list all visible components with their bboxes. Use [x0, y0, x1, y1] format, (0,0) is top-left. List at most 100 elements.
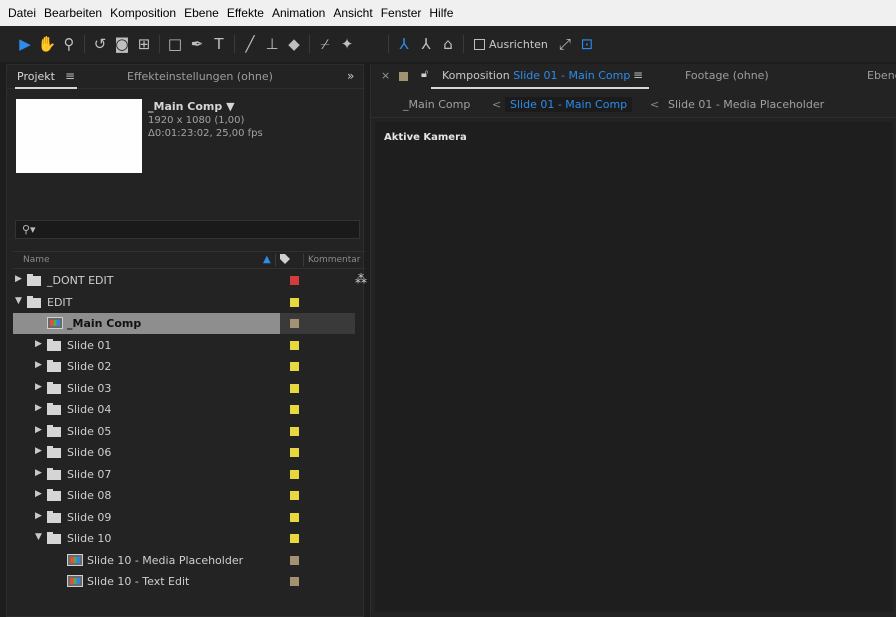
project-folder-row[interactable]: ▼ Slide 10 — [13, 528, 365, 549]
twirl-right-icon[interactable]: ▶ — [35, 403, 42, 413]
camera-tool-icon[interactable]: ◙ — [111, 33, 133, 55]
tab-projekt[interactable]: Projekt — [15, 70, 77, 89]
project-folder-row[interactable]: ▼ EDIT — [13, 292, 365, 313]
pen-tool-icon[interactable]: ✒ — [186, 33, 208, 55]
menu-ebene[interactable]: Ebene — [180, 6, 223, 20]
composition-viewer[interactable] — [375, 122, 893, 612]
label-color-swatch[interactable] — [290, 362, 299, 371]
label-color-swatch[interactable] — [290, 319, 299, 328]
breadcrumb-slide01-media-placeholder[interactable]: Slide 01 - Media Placeholder — [668, 98, 824, 111]
twirl-right-icon[interactable]: ▶ — [35, 382, 42, 392]
label-color-swatch[interactable] — [290, 555, 299, 565]
project-comp-row[interactable]: Slide 10 - Text Edit — [13, 571, 365, 592]
breadcrumb-slide01-main-comp[interactable]: Slide 01 - Main Comp — [505, 97, 633, 112]
label-color-swatch[interactable] — [290, 383, 299, 393]
tab-komposition[interactable]: Komposition Slide 01 - Main Comp — [442, 69, 630, 82]
column-name-header[interactable]: Name — [23, 255, 50, 265]
twirl-right-icon[interactable]: ▶ — [35, 489, 42, 499]
project-folder-row[interactable]: ▶ Slide 07 — [13, 464, 365, 485]
label-tag-icon[interactable] — [279, 253, 291, 265]
rotate-tool-icon[interactable]: ↺ — [89, 33, 111, 55]
column-divider[interactable] — [275, 254, 276, 266]
label-color-swatch[interactable] — [290, 577, 299, 586]
rectangle-tool-icon[interactable]: □ — [164, 33, 186, 55]
selected-comp-name[interactable]: _Main Comp ▼ — [148, 100, 235, 113]
close-tab-icon[interactable]: × — [381, 69, 390, 82]
label-color-swatch[interactable] — [290, 469, 299, 479]
menu-effekte[interactable]: Effekte — [223, 6, 268, 20]
label-color-swatch[interactable] — [290, 276, 299, 285]
project-folder-row[interactable]: ▶ Slide 09 — [13, 507, 365, 528]
twirl-right-icon[interactable]: ▶ — [35, 339, 42, 349]
label-color-swatch[interactable] — [290, 512, 299, 522]
sort-ascending-icon[interactable]: ▲ — [263, 254, 271, 265]
project-folder-row[interactable]: ▶ Slide 04 — [13, 399, 365, 420]
column-divider[interactable] — [303, 254, 304, 266]
roto-brush-tool-icon[interactable]: ⌿ — [314, 33, 336, 55]
menu-animation[interactable]: Animation — [268, 6, 329, 20]
project-comp-row[interactable]: Slide 10 - Media Placeholder — [13, 550, 365, 571]
label-color-swatch[interactable] — [290, 448, 299, 457]
twirl-down-icon[interactable]: ▼ — [35, 532, 42, 542]
item-label: Slide 09 — [67, 510, 112, 524]
project-search-input[interactable]: ⚲▾ — [15, 220, 360, 239]
eraser-tool-icon[interactable]: ◆ — [283, 33, 305, 55]
twirl-right-icon[interactable]: ▶ — [15, 274, 22, 284]
pan-behind-tool-icon[interactable]: ⊞ — [133, 33, 155, 55]
panel-menu-icon[interactable]: ≡ — [65, 69, 75, 83]
project-folder-row[interactable]: ▶ _DONT EDIT ⁂ — [13, 270, 367, 291]
menu-fenster[interactable]: Fenster — [377, 6, 426, 20]
twirl-right-icon[interactable]: ▶ — [35, 446, 42, 456]
hand-tool-icon[interactable]: ✋ — [36, 33, 58, 55]
snap-toggle[interactable]: Ausrichten — [474, 38, 548, 51]
panel-overflow-icon[interactable]: » — [347, 69, 354, 83]
lock-icon[interactable]: 🔓︎ — [421, 67, 428, 81]
project-folder-row[interactable]: ▶ Slide 06 — [13, 442, 365, 463]
selection-tool-icon[interactable]: ▶ — [14, 33, 36, 55]
menu-hilfe[interactable]: Hilfe — [425, 6, 457, 20]
puppet-pin-tool-icon[interactable]: ✦ — [336, 33, 358, 55]
tab-footage[interactable]: Footage (ohne) — [685, 69, 769, 82]
type-tool-icon[interactable]: T — [208, 33, 230, 55]
tab-effekteinstellungen[interactable]: Effekteinstellungen (ohne) — [127, 70, 273, 83]
twirl-down-icon[interactable]: ▼ — [15, 296, 22, 306]
comp-size-info: 1920 x 1080 (1,00) — [148, 115, 245, 126]
label-color-swatch[interactable] — [290, 297, 299, 307]
local-axis-icon[interactable]: ⅄ — [393, 33, 415, 55]
label-color-swatch[interactable] — [290, 340, 299, 350]
breadcrumb-separator: < — [492, 98, 502, 111]
comp-panel-menu-icon[interactable]: ≡ — [633, 68, 643, 82]
twirl-right-icon[interactable]: ▶ — [35, 425, 42, 435]
label-color-swatch[interactable] — [290, 426, 299, 436]
label-color-swatch[interactable] — [290, 534, 299, 543]
project-comp-row[interactable]: _Main Comp — [13, 313, 365, 334]
snap-options-icon[interactable]: ⤢ — [554, 33, 576, 55]
tab-ebene[interactable]: Ebene — [867, 69, 896, 82]
twirl-right-icon[interactable]: ▶ — [35, 360, 42, 370]
project-folder-row[interactable]: ▶ Slide 03 — [13, 378, 365, 399]
project-folder-row[interactable]: ▶ Slide 02 — [13, 356, 365, 377]
tab-komposition-comp: Slide 01 - Main Comp — [513, 69, 631, 82]
menu-komposition[interactable]: Komposition — [106, 6, 180, 20]
folder-icon — [27, 274, 41, 286]
column-comment-header[interactable]: Kommentar — [308, 255, 360, 265]
menu-ansicht[interactable]: Ansicht — [329, 6, 376, 20]
brush-tool-icon[interactable]: ╱ — [239, 33, 261, 55]
twirl-right-icon[interactable]: ▶ — [35, 511, 42, 521]
label-color-swatch[interactable] — [290, 405, 299, 414]
project-folder-row[interactable]: ▶ Slide 05 — [13, 421, 365, 442]
label-color-swatch[interactable] — [290, 491, 299, 500]
view-axis-icon[interactable]: ⌂ — [437, 33, 459, 55]
flowchart-icon[interactable]: ⁂ — [355, 272, 367, 286]
project-folder-row[interactable]: ▶ Slide 08 — [13, 485, 365, 506]
world-axis-icon[interactable]: ⅄ — [415, 33, 437, 55]
menu-datei[interactable]: Datei — [4, 6, 40, 20]
clone-stamp-tool-icon[interactable]: ⊥ — [261, 33, 283, 55]
menu-bearbeiten[interactable]: Bearbeiten — [40, 6, 106, 20]
twirl-right-icon[interactable]: ▶ — [35, 468, 42, 478]
zoom-tool-icon[interactable]: ⚲ — [58, 33, 80, 55]
project-folder-row[interactable]: ▶ Slide 01 — [13, 335, 365, 356]
breadcrumb-main-comp[interactable]: _Main Comp — [403, 98, 470, 111]
snap-grid-icon[interactable]: ⊡ — [576, 33, 598, 55]
snap-checkbox[interactable] — [474, 38, 485, 50]
